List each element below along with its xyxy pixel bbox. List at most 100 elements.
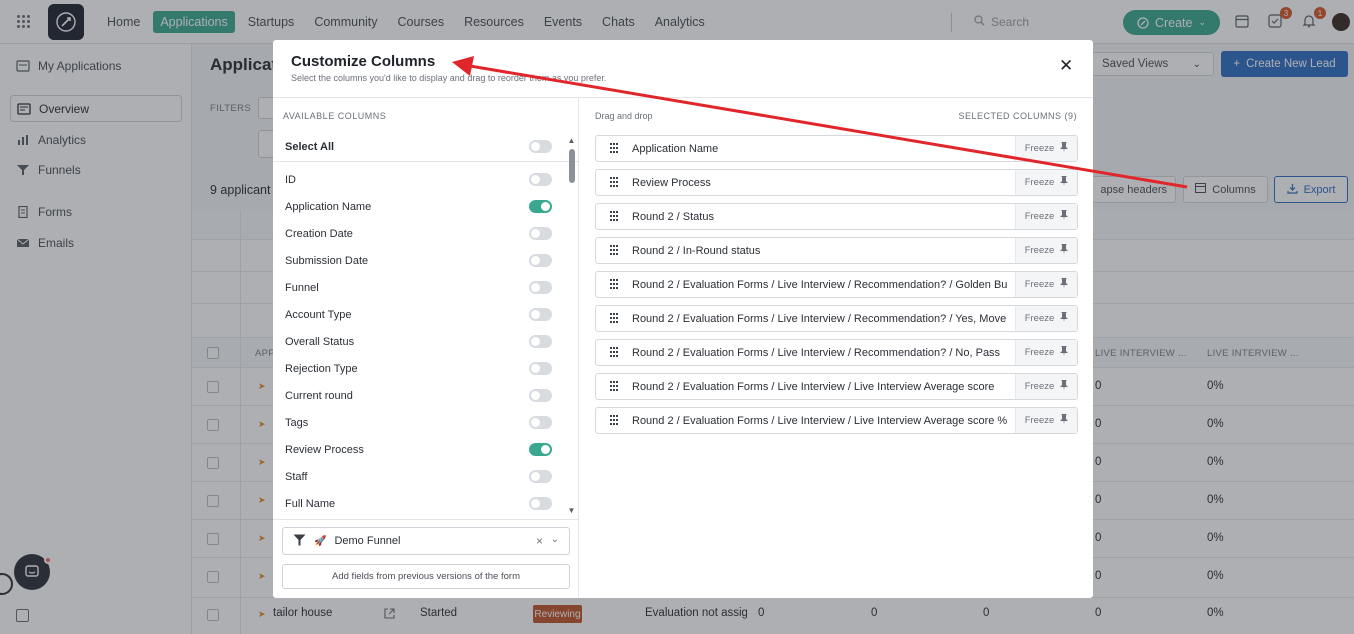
rocket-icon: 🚀 [314,535,327,547]
scrollbar[interactable]: ▲ ▼ [567,136,576,515]
selected-column-label: Round 2 / Evaluation Forms / Live Interv… [632,312,1007,325]
available-column-row[interactable]: ID [285,166,552,193]
freeze-label: Freeze [1024,313,1055,324]
pin-icon [1060,278,1069,291]
column-label: Application Name [285,200,372,213]
drag-handle-icon[interactable] [610,347,619,358]
selected-column-item[interactable]: Round 2 / Status Freeze [595,203,1078,230]
modal-subtitle: Select the columns you'd like to display… [291,73,607,83]
available-column-row[interactable]: Review Process [285,436,552,463]
freeze-label: Freeze [1024,143,1055,154]
freeze-label: Freeze [1024,347,1055,358]
pin-icon [1060,244,1069,257]
selected-column-item[interactable]: Round 2 / Evaluation Forms / Live Interv… [595,305,1078,332]
column-label: Full Name [285,497,336,510]
drag-handle-icon[interactable] [610,143,619,154]
freeze-button[interactable]: Freeze [1015,306,1077,331]
selected-column-item[interactable]: Round 2 / Evaluation Forms / Live Interv… [595,339,1078,366]
column-label: ID [285,173,296,186]
pin-icon [1060,414,1069,427]
available-columns-pane: AVAILABLE COLUMNS Select All ID Applicati… [273,98,579,598]
available-column-row[interactable]: Creation Date [285,220,552,247]
selected-column-item[interactable]: Round 2 / Evaluation Forms / Live Interv… [595,407,1078,434]
freeze-label: Freeze [1024,381,1055,392]
selected-column-item[interactable]: Round 2 / In-Round status Freeze [595,237,1078,264]
column-toggle[interactable] [529,200,552,213]
column-toggle[interactable] [529,497,552,510]
scroll-thumb[interactable] [569,149,575,183]
selected-column-label: Review Process [632,176,711,189]
selected-column-label: Round 2 / Evaluation Forms / Live Interv… [632,414,1008,427]
column-toggle[interactable] [529,308,552,321]
drag-handle-icon[interactable] [610,245,619,256]
column-toggle[interactable] [529,389,552,402]
select-all-label: Select All [285,140,335,153]
column-toggle[interactable] [529,443,552,456]
drag-handle-icon[interactable] [610,177,619,188]
freeze-button[interactable]: Freeze [1015,272,1077,297]
drag-handle-icon[interactable] [610,279,619,290]
available-column-row[interactable]: Current round [285,382,552,409]
selected-column-item[interactable]: Round 2 / Evaluation Forms / Live Interv… [595,373,1078,400]
freeze-label: Freeze [1024,245,1055,256]
available-column-row[interactable]: Tags [285,409,552,436]
selected-column-item[interactable]: Application Name Freeze [595,135,1078,162]
select-all-row[interactable]: Select All [285,133,552,160]
column-toggle[interactable] [529,416,552,429]
column-label: Tags [285,416,309,429]
freeze-button[interactable]: Freeze [1015,170,1077,195]
funnel-select-value: Demo Funnel [334,535,401,547]
freeze-label: Freeze [1024,415,1055,426]
freeze-button[interactable]: Freeze [1015,204,1077,229]
available-column-row[interactable]: Funnel [285,274,552,301]
selected-column-item[interactable]: Round 2 / Evaluation Forms / Live Interv… [595,271,1078,298]
clear-icon[interactable]: × [536,534,543,548]
column-toggle[interactable] [529,362,552,375]
column-label: Staff [285,470,308,483]
column-label: Overall Status [285,335,355,348]
scroll-down-icon[interactable]: ▼ [567,506,576,515]
freeze-button[interactable]: Freeze [1015,340,1077,365]
pin-icon [1060,346,1069,359]
column-toggle[interactable] [529,254,552,267]
chevron-down-icon[interactable]: ⌄ [551,534,559,545]
select-all-toggle[interactable] [529,140,552,153]
drag-handle-icon[interactable] [610,211,619,222]
drag-handle-icon[interactable] [610,415,619,426]
selected-column-label: Round 2 / Evaluation Forms / Live Interv… [632,380,995,393]
freeze-button[interactable]: Freeze [1015,408,1077,433]
freeze-button[interactable]: Freeze [1015,136,1077,161]
available-column-row[interactable]: Staff [285,463,552,490]
funnel-select[interactable]: 🚀 Demo Funnel × ⌄ [282,527,570,555]
customize-columns-modal: Customize Columns Select the columns you… [273,40,1093,598]
selected-column-item[interactable]: Review Process Freeze [595,169,1078,196]
column-toggle[interactable] [529,173,552,186]
close-icon[interactable]: ✕ [1059,57,1073,74]
scroll-up-icon[interactable]: ▲ [567,136,576,145]
pin-icon [1060,142,1069,155]
column-toggle[interactable] [529,470,552,483]
drag-handle-icon[interactable] [610,381,619,392]
freeze-button[interactable]: Freeze [1015,374,1077,399]
available-column-row[interactable]: Submission Date [285,247,552,274]
add-fields-button[interactable]: Add fields from previous versions of the… [282,564,570,589]
available-column-row[interactable]: Full Name [285,490,552,517]
available-column-row[interactable]: Overall Status [285,328,552,355]
column-toggle[interactable] [529,281,552,294]
available-column-row[interactable]: Account Type [285,301,552,328]
selected-columns-pane: Drag and drop SELECTED COLUMNS (9) Appli… [580,98,1093,598]
available-column-row[interactable]: Application Name [285,193,552,220]
drag-and-drop-label: Drag and drop [595,111,653,121]
drag-handle-icon[interactable] [610,313,619,324]
column-toggle[interactable] [529,335,552,348]
selected-column-label: Application Name [632,142,719,155]
freeze-button[interactable]: Freeze [1015,238,1077,263]
column-label: Review Process [285,443,364,456]
freeze-label: Freeze [1024,279,1055,290]
selected-column-label: Round 2 / Evaluation Forms / Live Interv… [632,278,1008,291]
divider [273,161,579,162]
available-column-row[interactable]: Rejection Type [285,355,552,382]
divider [273,519,579,520]
pin-icon [1060,312,1069,325]
column-toggle[interactable] [529,227,552,240]
